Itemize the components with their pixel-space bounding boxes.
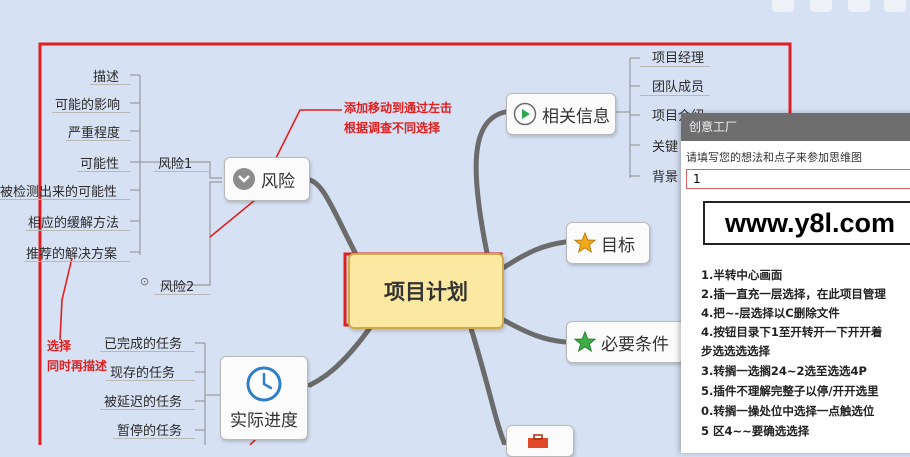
risk-item-underline (78, 171, 130, 172)
clock-icon (246, 366, 282, 401)
node-actual-progress[interactable]: 实际进度 (220, 356, 308, 440)
risk1-label[interactable]: 风险1 (158, 153, 192, 172)
risk-item-underline (66, 140, 130, 141)
progress-item-underline (100, 351, 195, 352)
risk-item-detectability[interactable]: 被检测出来的可能性 (0, 181, 117, 200)
related-item-underline (640, 95, 710, 96)
panel-line: 5 区4~~要确选选择 (701, 424, 810, 438)
risk2-label[interactable]: 风险2 (160, 276, 194, 295)
risk-item-underline (26, 230, 130, 231)
node-center-project-plan[interactable]: 项目计划 (348, 253, 504, 329)
node-partial-bottom[interactable] (506, 425, 574, 457)
risk-item-solution[interactable]: 推荐的解决方案 (26, 243, 117, 262)
panel-line: 4.按钮目录下1至开转开一下开开着 (701, 325, 883, 339)
risk-item-impact[interactable]: 可能的影响 (55, 94, 120, 113)
panel-line: 2.插一直充一层选择，在此项目管理 (701, 287, 886, 301)
idea-panel-input[interactable]: 1 (686, 169, 910, 189)
idea-panel: 创意工厂 请填写您的想法和点子来参加思维图 1 www.y8l.com 1.半转… (681, 113, 910, 453)
idea-panel-subtitle: 请填写您的想法和点子来参加思维图 (686, 151, 862, 164)
node-required-conditions[interactable]: 必要条件 (566, 321, 686, 363)
annotation-left-line1: 选择 (47, 339, 72, 353)
related-item-pm[interactable]: 项目经理 (652, 47, 704, 66)
progress-item-delayed[interactable]: 被延迟的任务 (104, 391, 182, 410)
play-icon (513, 102, 537, 126)
annotation-left: 选择 同时再描述 (47, 336, 107, 376)
annotation-left-line2: 同时再描述 (47, 359, 108, 373)
progress-item-underline (113, 438, 195, 439)
idea-panel-title: 创意工厂 (681, 113, 910, 141)
risk-item-severity[interactable]: 严重程度 (68, 122, 120, 141)
progress-item-paused[interactable]: 暂停的任务 (117, 420, 182, 439)
node-goal-label: 目标 (601, 235, 635, 256)
risk1-underline (154, 171, 210, 172)
risk-icon (233, 168, 255, 190)
panel-line: 步选选选选择 (701, 344, 770, 358)
related-item-underline (640, 66, 710, 67)
risk-item-mitigation[interactable]: 相应的缓解方法 (28, 212, 119, 231)
node-related-info-label: 相关信息 (542, 106, 610, 127)
risk-item-underline (0, 199, 130, 200)
risk-item-underline (90, 84, 130, 85)
related-item-background[interactable]: 背景 (652, 166, 678, 185)
risk-item-underline (24, 261, 130, 262)
progress-item-underline (100, 409, 195, 410)
annotation-top: 添加移动到通过左击 根据调查不同选择 (344, 98, 452, 138)
risk-item-description[interactable]: 描述 (93, 66, 119, 85)
node-actual-progress-label: 实际进度 (230, 410, 298, 431)
risk2-underline (154, 294, 210, 295)
related-item-team[interactable]: 团队成员 (652, 76, 704, 95)
green-star-icon (573, 330, 597, 353)
annotation-top-line1: 添加移动到通过左击 (344, 101, 453, 115)
watermark-url: www.y8l.com (703, 201, 910, 245)
node-goal[interactable]: 目标 (566, 222, 650, 264)
related-item-key[interactable]: 关键 (652, 136, 678, 155)
risk-item-underline (52, 112, 130, 113)
progress-item-completed[interactable]: 已完成的任务 (104, 333, 182, 352)
panel-line: 3.转搁一选搁24~2选至选选4P (701, 364, 867, 378)
annotation-top-line2: 根据调查不同选择 (344, 121, 441, 135)
node-risk-label: 风险 (261, 171, 295, 192)
panel-line: 5.插件不理解完整子以停/开开选里 (701, 384, 879, 398)
risk2-collapse-icon[interactable]: ⊙ (140, 275, 149, 288)
risk-item-probability[interactable]: 可能性 (80, 153, 119, 172)
progress-item-underline (106, 380, 195, 381)
panel-line: 1.半转中心画面 (701, 268, 783, 282)
node-related-info[interactable]: 相关信息 (506, 93, 616, 135)
star-icon (573, 231, 597, 254)
toolbox-icon (528, 434, 548, 448)
node-risk[interactable]: 风险 (224, 157, 310, 201)
panel-line: 4.把~-层选择以C删除文件 (701, 306, 840, 320)
progress-item-existing[interactable]: 现存的任务 (110, 362, 175, 381)
node-required-conditions-label: 必要条件 (601, 334, 669, 355)
panel-line: 0.转搁一操处位中选择一点触选位 (701, 404, 875, 418)
